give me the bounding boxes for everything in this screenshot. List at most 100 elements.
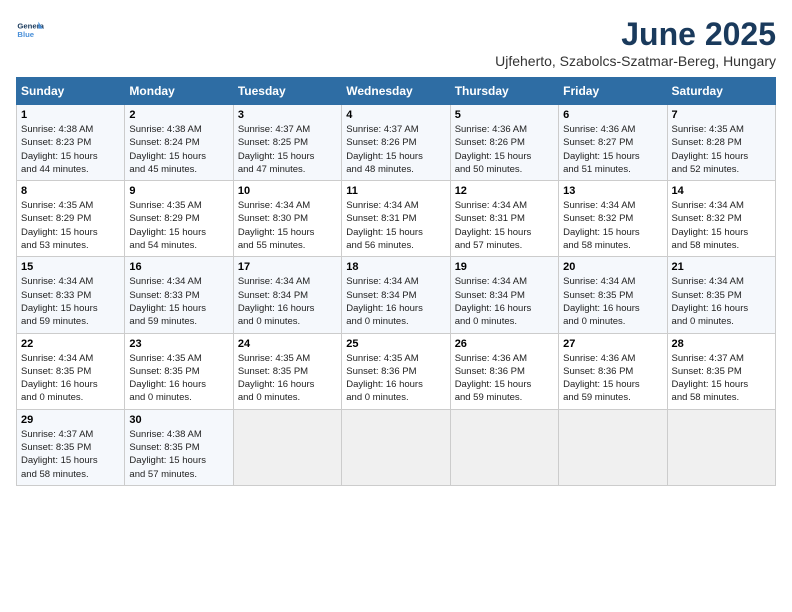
day-cell: 14 Sunrise: 4:34 AM Sunset: 8:32 PM Dayli… <box>667 181 775 257</box>
day-number: 3 <box>238 109 337 121</box>
day-detail: Sunrise: 4:34 AM Sunset: 8:34 PM Dayligh… <box>238 275 337 328</box>
week-row-5: 29Sunrise: 4:37 AM Sunset: 8:35 PM Dayli… <box>17 409 776 485</box>
day-number: 21 <box>672 261 771 273</box>
day-cell: 27 Sunrise: 4:36 AM Sunset: 8:36 PM Dayli… <box>559 333 667 409</box>
day-number: 4 <box>346 109 445 121</box>
day-cell <box>559 409 667 485</box>
day-number: 17 <box>238 261 337 273</box>
day-number: 13 <box>563 185 662 197</box>
day-detail: Sunrise: 4:34 AM Sunset: 8:32 PM Dayligh… <box>563 199 662 252</box>
day-detail: Sunrise: 4:38 AM Sunset: 8:24 PM Dayligh… <box>129 123 228 176</box>
header-cell-sunday: Sunday <box>17 78 125 105</box>
day-detail: Sunrise: 4:36 AM Sunset: 8:26 PM Dayligh… <box>455 123 554 176</box>
day-number: 23 <box>129 338 228 350</box>
day-number: 9 <box>129 185 228 197</box>
day-detail: Sunrise: 4:36 AM Sunset: 8:36 PM Dayligh… <box>563 352 662 405</box>
day-cell: 10 Sunrise: 4:34 AM Sunset: 8:30 PM Dayli… <box>233 181 341 257</box>
day-detail: Sunrise: 4:35 AM Sunset: 8:28 PM Dayligh… <box>672 123 771 176</box>
day-cell <box>342 409 450 485</box>
day-detail: Sunrise: 4:35 AM Sunset: 8:36 PM Dayligh… <box>346 352 445 405</box>
day-cell: 30Sunrise: 4:38 AM Sunset: 8:35 PM Dayli… <box>125 409 233 485</box>
calendar-header-row: SundayMondayTuesdayWednesdayThursdayFrid… <box>17 78 776 105</box>
day-cell: 4 Sunrise: 4:37 AM Sunset: 8:26 PM Daylig… <box>342 105 450 181</box>
week-row-2: 8 Sunrise: 4:35 AM Sunset: 8:29 PM Daylig… <box>17 181 776 257</box>
day-number: 5 <box>455 109 554 121</box>
day-number: 6 <box>563 109 662 121</box>
day-detail: Sunrise: 4:35 AM Sunset: 8:29 PM Dayligh… <box>21 199 120 252</box>
day-number: 15 <box>21 261 120 273</box>
week-row-4: 22 Sunrise: 4:34 AM Sunset: 8:35 PM Dayli… <box>17 333 776 409</box>
title-area: June 2025 Ujfeherto, Szabolcs-Szatmar-Be… <box>495 16 776 69</box>
day-cell: 13 Sunrise: 4:34 AM Sunset: 8:32 PM Dayli… <box>559 181 667 257</box>
day-cell: 26Sunrise: 4:36 AM Sunset: 8:36 PM Dayli… <box>450 333 558 409</box>
day-detail: Sunrise: 4:34 AM Sunset: 8:35 PM Dayligh… <box>21 352 120 405</box>
day-number: 18 <box>346 261 445 273</box>
calendar-body: 1 Sunrise: 4:38 AM Sunset: 8:23 PM Daylig… <box>17 105 776 486</box>
day-number: 11 <box>346 185 445 197</box>
day-cell: 8 Sunrise: 4:35 AM Sunset: 8:29 PM Daylig… <box>17 181 125 257</box>
day-detail: Sunrise: 4:37 AM Sunset: 8:35 PM Dayligh… <box>672 352 771 405</box>
day-detail: Sunrise: 4:36 AM Sunset: 8:27 PM Dayligh… <box>563 123 662 176</box>
day-detail: Sunrise: 4:35 AM Sunset: 8:35 PM Dayligh… <box>129 352 228 405</box>
day-cell: 19 Sunrise: 4:34 AM Sunset: 8:34 PM Dayli… <box>450 257 558 333</box>
day-number: 12 <box>455 185 554 197</box>
day-number: 16 <box>129 261 228 273</box>
day-cell: 1 Sunrise: 4:38 AM Sunset: 8:23 PM Daylig… <box>17 105 125 181</box>
day-cell: 29Sunrise: 4:37 AM Sunset: 8:35 PM Dayli… <box>17 409 125 485</box>
calendar-table: SundayMondayTuesdayWednesdayThursdayFrid… <box>16 77 776 486</box>
day-number: 14 <box>672 185 771 197</box>
day-detail: Sunrise: 4:34 AM Sunset: 8:30 PM Dayligh… <box>238 199 337 252</box>
header-cell-thursday: Thursday <box>450 78 558 105</box>
day-detail: Sunrise: 4:38 AM Sunset: 8:23 PM Dayligh… <box>21 123 120 176</box>
day-number: 29 <box>21 414 120 426</box>
day-cell: 16 Sunrise: 4:34 AM Sunset: 8:33 PM Dayli… <box>125 257 233 333</box>
day-cell: 11 Sunrise: 4:34 AM Sunset: 8:31 PM Dayli… <box>342 181 450 257</box>
day-number: 22 <box>21 338 120 350</box>
day-number: 10 <box>238 185 337 197</box>
page-title: June 2025 <box>495 16 776 53</box>
day-cell: 5 Sunrise: 4:36 AM Sunset: 8:26 PM Daylig… <box>450 105 558 181</box>
day-detail: Sunrise: 4:37 AM Sunset: 8:26 PM Dayligh… <box>346 123 445 176</box>
header-cell-saturday: Saturday <box>667 78 775 105</box>
day-detail: Sunrise: 4:34 AM Sunset: 8:34 PM Dayligh… <box>346 275 445 328</box>
day-cell: 18 Sunrise: 4:34 AM Sunset: 8:34 PM Dayli… <box>342 257 450 333</box>
day-cell: 6 Sunrise: 4:36 AM Sunset: 8:27 PM Daylig… <box>559 105 667 181</box>
day-number: 7 <box>672 109 771 121</box>
day-detail: Sunrise: 4:35 AM Sunset: 8:29 PM Dayligh… <box>129 199 228 252</box>
day-cell: 24 Sunrise: 4:35 AM Sunset: 8:35 PM Dayli… <box>233 333 341 409</box>
day-cell: 12 Sunrise: 4:34 AM Sunset: 8:31 PM Dayli… <box>450 181 558 257</box>
day-cell: 28 Sunrise: 4:37 AM Sunset: 8:35 PM Dayli… <box>667 333 775 409</box>
day-cell: 21Sunrise: 4:34 AM Sunset: 8:35 PM Dayli… <box>667 257 775 333</box>
day-number: 1 <box>21 109 120 121</box>
page-subtitle: Ujfeherto, Szabolcs-Szatmar-Bereg, Hunga… <box>495 53 776 69</box>
day-detail: Sunrise: 4:35 AM Sunset: 8:35 PM Dayligh… <box>238 352 337 405</box>
day-detail: Sunrise: 4:37 AM Sunset: 8:25 PM Dayligh… <box>238 123 337 176</box>
svg-text:Blue: Blue <box>17 30 34 39</box>
header-cell-monday: Monday <box>125 78 233 105</box>
day-number: 8 <box>21 185 120 197</box>
header-cell-friday: Friday <box>559 78 667 105</box>
day-detail: Sunrise: 4:34 AM Sunset: 8:31 PM Dayligh… <box>346 199 445 252</box>
day-cell: 17 Sunrise: 4:34 AM Sunset: 8:34 PM Dayli… <box>233 257 341 333</box>
day-cell: 25Sunrise: 4:35 AM Sunset: 8:36 PM Dayli… <box>342 333 450 409</box>
day-number: 27 <box>563 338 662 350</box>
day-detail: Sunrise: 4:34 AM Sunset: 8:33 PM Dayligh… <box>129 275 228 328</box>
header-cell-tuesday: Tuesday <box>233 78 341 105</box>
day-detail: Sunrise: 4:34 AM Sunset: 8:34 PM Dayligh… <box>455 275 554 328</box>
day-number: 24 <box>238 338 337 350</box>
day-cell: 7 Sunrise: 4:35 AM Sunset: 8:28 PM Daylig… <box>667 105 775 181</box>
day-cell: 9 Sunrise: 4:35 AM Sunset: 8:29 PM Daylig… <box>125 181 233 257</box>
day-detail: Sunrise: 4:34 AM Sunset: 8:33 PM Dayligh… <box>21 275 120 328</box>
day-detail: Sunrise: 4:34 AM Sunset: 8:31 PM Dayligh… <box>455 199 554 252</box>
day-cell: 23 Sunrise: 4:35 AM Sunset: 8:35 PM Dayli… <box>125 333 233 409</box>
day-number: 26 <box>455 338 554 350</box>
day-cell <box>233 409 341 485</box>
day-number: 30 <box>129 414 228 426</box>
day-cell: 15 Sunrise: 4:34 AM Sunset: 8:33 PM Dayli… <box>17 257 125 333</box>
day-number: 19 <box>455 261 554 273</box>
day-detail: Sunrise: 4:34 AM Sunset: 8:32 PM Dayligh… <box>672 199 771 252</box>
day-number: 28 <box>672 338 771 350</box>
logo-icon: General Blue <box>16 16 44 44</box>
day-cell: 20Sunrise: 4:34 AM Sunset: 8:35 PM Dayli… <box>559 257 667 333</box>
header-cell-wednesday: Wednesday <box>342 78 450 105</box>
